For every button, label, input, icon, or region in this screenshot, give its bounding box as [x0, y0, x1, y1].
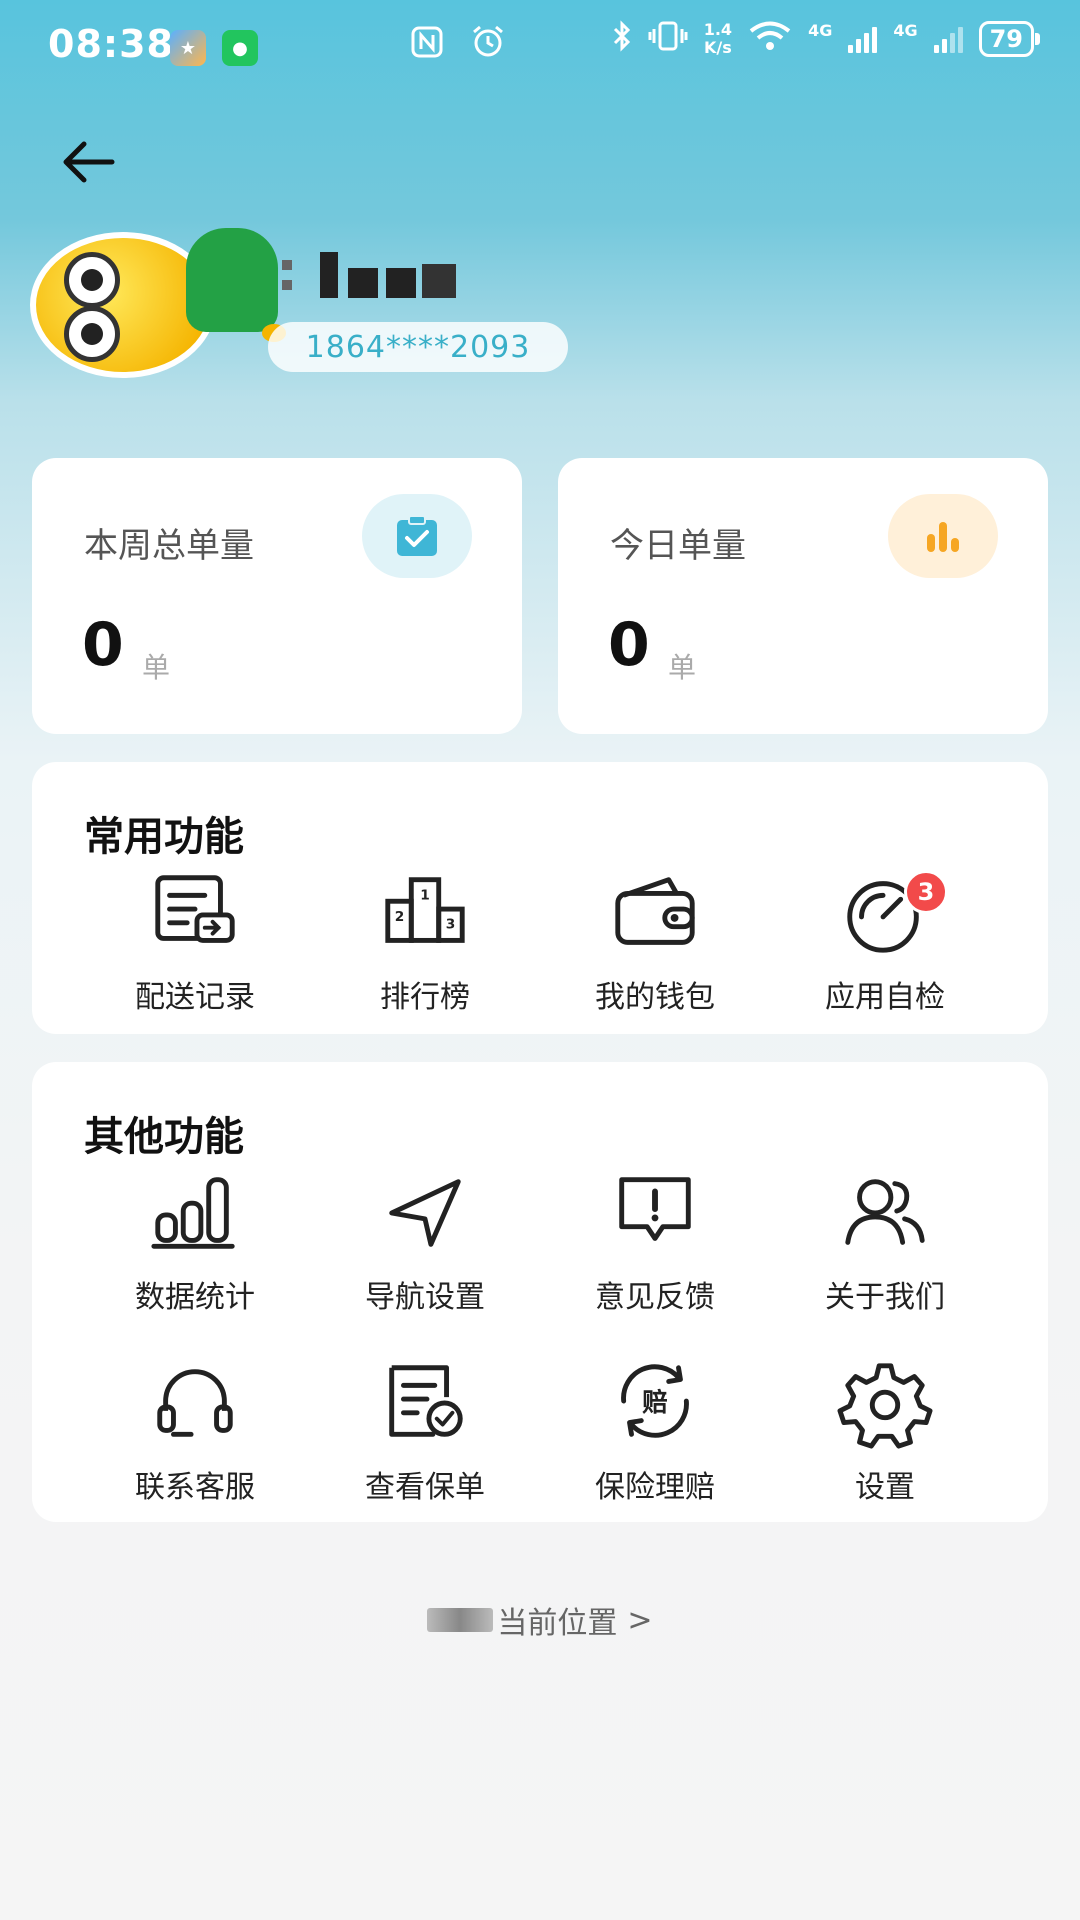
grid-label: 我的钱包 [595, 980, 715, 1015]
gear-icon [837, 1363, 933, 1449]
vibrate-icon [648, 20, 688, 58]
section-title: 其他功能 [84, 1114, 244, 1160]
insurance-claim-icon: 赔 [621, 1364, 689, 1438]
avatar-hat [186, 228, 278, 332]
app-self-check-button[interactable]: 3 应用自检 [770, 866, 1000, 1016]
clipboard-check-icon [362, 494, 472, 578]
svg-text:2: 2 [395, 909, 405, 925]
current-location-link[interactable]: 当前位置 > [0, 1598, 1080, 1642]
users-icon [845, 1179, 925, 1245]
today-card[interactable]: 今日单量 0 单 [558, 458, 1048, 734]
arrow-left-icon [63, 141, 115, 183]
navigation-settings-button[interactable]: 导航设置 [310, 1166, 540, 1316]
policy-check-icon [389, 1365, 463, 1437]
nfc-icon [410, 25, 444, 68]
avatar-eye [64, 306, 120, 362]
alarm-icon [470, 25, 506, 68]
data-stats-button[interactable]: 数据统计 [80, 1166, 310, 1316]
chevron-right-icon: > [627, 1602, 653, 1638]
view-policy-button[interactable]: 查看保单 [310, 1356, 540, 1506]
feedback-button[interactable]: 意见反馈 [540, 1166, 770, 1316]
network-speed: 1.4 K/s [703, 20, 733, 57]
wechat-icon: ● [222, 30, 258, 66]
location-text: 当前位置 [497, 1606, 618, 1641]
game-app-icon: ★ [170, 30, 206, 66]
insurance-claim-button[interactable]: 赔 保险理赔 [540, 1356, 770, 1506]
status-right: 1.4 K/s 4G 4G 79 [612, 20, 1041, 58]
back-button[interactable] [56, 130, 120, 194]
today-title: 今日单量 [610, 526, 746, 566]
week-total-value: 0 [82, 610, 124, 680]
grid-label: 导航设置 [365, 1280, 485, 1315]
grid-label: 保险理赔 [595, 1470, 715, 1505]
week-total-unit: 单 [142, 651, 171, 684]
week-total-card[interactable]: 本周总单量 0 单 [32, 458, 522, 734]
status-time: 08:38 [48, 22, 174, 66]
other-functions-section: 其他功能 数据统计 导航设置 意见反馈 关于我们 联系客服 查看保单 赔 保险理… [32, 1062, 1048, 1522]
headset-icon [157, 1369, 233, 1437]
data-stats-icon [151, 1177, 235, 1249]
status-bar: 08:38 ★ ● 1.4 K/s 4G 4G 79 [0, 0, 1080, 100]
wallet-icon [615, 877, 695, 945]
signal-icon [848, 25, 878, 53]
svg-text:1: 1 [420, 887, 430, 903]
user-name-redacted [270, 250, 470, 302]
avatar[interactable] [30, 228, 286, 378]
my-wallet-button[interactable]: 我的钱包 [540, 866, 770, 1016]
delivery-record-icon [155, 875, 235, 943]
grid-label: 应用自检 [825, 980, 945, 1015]
svg-text:3: 3 [446, 917, 456, 933]
battery-icon: 79 [978, 21, 1041, 57]
notification-badge: 3 [904, 870, 948, 914]
settings-button[interactable]: 设置 [770, 1356, 1000, 1506]
grid-label: 数据统计 [135, 1280, 255, 1315]
phone-number-pill: 1864****2093 [268, 322, 568, 372]
signal-icon [933, 25, 963, 53]
bar-chart-icon [888, 494, 998, 578]
battery-level: 79 [989, 25, 1023, 53]
wifi-icon [748, 20, 792, 58]
navigation-arrow-icon [389, 1179, 461, 1247]
feedback-icon [619, 1177, 691, 1241]
grid-label: 排行榜 [380, 980, 470, 1015]
avatar-eye [64, 252, 120, 308]
podium-icon: 1 2 3 [385, 877, 465, 943]
delivery-record-button[interactable]: 配送记录 [80, 866, 310, 1016]
leaderboard-button[interactable]: 1 2 3 排行榜 [310, 866, 540, 1016]
week-total-title: 本周总单量 [84, 526, 254, 566]
redacted-prefix [427, 1608, 494, 1632]
status-mid-icons [410, 25, 506, 68]
about-us-button[interactable]: 关于我们 [770, 1166, 1000, 1316]
grid-label: 查看保单 [365, 1470, 485, 1505]
grid-label: 联系客服 [135, 1470, 255, 1505]
section-title: 常用功能 [84, 814, 244, 860]
svg-text:赔: 赔 [642, 1388, 667, 1418]
today-value: 0 [608, 610, 650, 680]
bluetooth-icon [612, 20, 632, 58]
grid-label: 设置 [855, 1470, 915, 1505]
grid-label: 意见反馈 [595, 1280, 715, 1315]
today-unit: 单 [668, 651, 697, 684]
grid-label: 关于我们 [825, 1280, 945, 1315]
grid-label: 配送记录 [135, 980, 255, 1015]
network-type-1: 4G [808, 20, 833, 40]
network-type-2: 4G [893, 20, 918, 40]
common-functions-section: 常用功能 配送记录 1 2 3 排行榜 我的钱包 3 应用自检 [32, 762, 1048, 1034]
contact-support-button[interactable]: 联系客服 [80, 1356, 310, 1506]
